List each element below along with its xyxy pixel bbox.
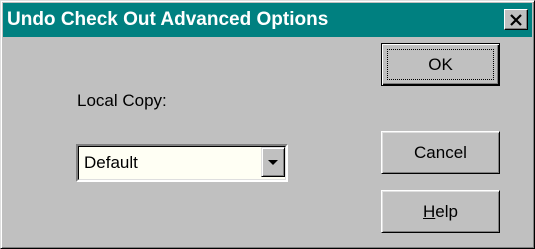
ok-button-label: OK — [428, 54, 453, 74]
help-mnemonic: H — [423, 201, 436, 221]
title-bar[interactable]: Undo Check Out Advanced Options — [3, 3, 532, 37]
dropdown-arrow-button[interactable] — [261, 147, 285, 177]
chevron-down-icon — [268, 159, 278, 165]
help-button-label: Help — [423, 202, 458, 222]
close-button[interactable] — [504, 9, 528, 30]
local-copy-dropdown[interactable]: Default — [76, 144, 288, 182]
local-copy-selected-value: Default — [84, 153, 138, 172]
dialog-title: Undo Check Out Advanced Options — [7, 9, 329, 30]
cancel-button[interactable]: Cancel — [381, 131, 500, 174]
help-button[interactable]: Help — [381, 190, 500, 233]
cancel-button-label: Cancel — [414, 142, 467, 162]
close-icon — [510, 13, 522, 26]
local-copy-label: Local Copy: — [77, 91, 167, 110]
ok-button[interactable]: OK — [381, 43, 500, 86]
help-label-rest: elp — [435, 201, 458, 221]
undo-checkout-options-dialog: Undo Check Out Advanced Options Local Co… — [0, 0, 535, 249]
